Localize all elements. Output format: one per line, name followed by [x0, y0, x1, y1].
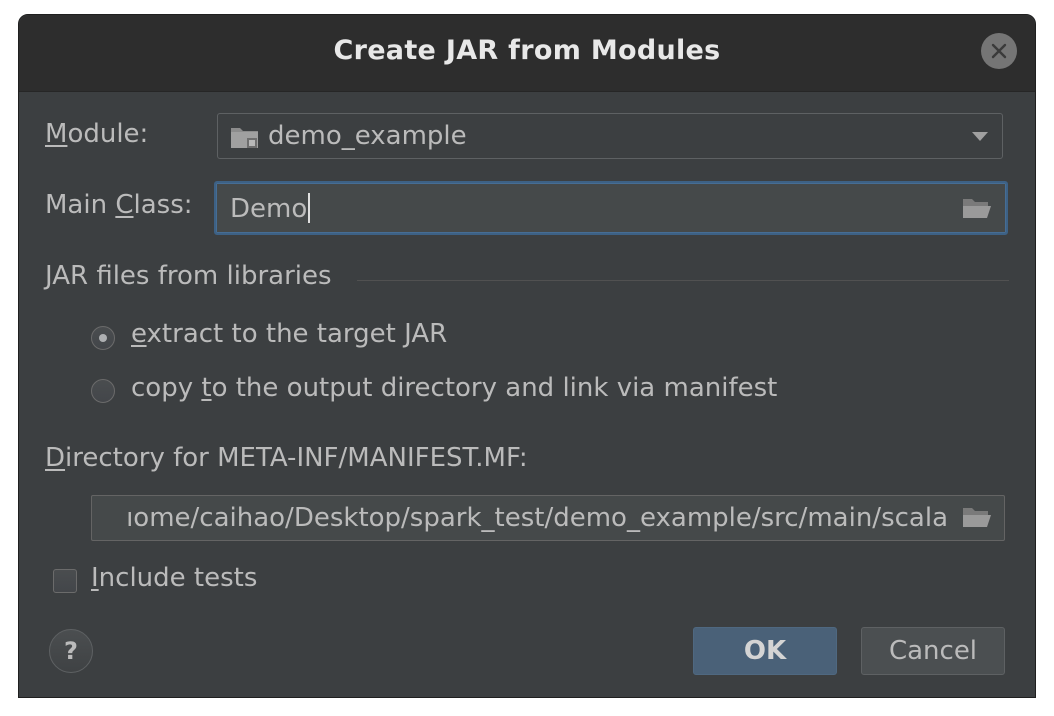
ok-button[interactable]: OK [693, 627, 837, 675]
dialog-title: Create JAR from Modules [333, 35, 721, 66]
radio-selected-dot [99, 334, 107, 342]
cancel-button[interactable]: Cancel [861, 627, 1005, 675]
create-jar-dialog: Create JAR from Modules Module: demo_exa… [18, 14, 1036, 698]
manifest-directory-value: ıome/caihao/Desktop/spark_test/demo_exam… [126, 503, 948, 533]
libraries-section-label: JAR files from libraries [45, 261, 332, 291]
folder-open-icon[interactable] [962, 197, 992, 219]
module-combobox[interactable]: demo_example [217, 113, 1003, 159]
main-class-label: Main Class: [45, 190, 193, 220]
help-button[interactable]: ? [49, 629, 93, 673]
module-value: demo_example [268, 121, 467, 151]
close-icon [991, 43, 1007, 59]
copy-option-label[interactable]: copy to the output directory and link vi… [131, 373, 777, 403]
folder-open-icon[interactable] [962, 506, 992, 528]
extract-option-label[interactable]: extract to the target JAR [131, 319, 447, 349]
dialog-titlebar[interactable]: Create JAR from Modules [19, 15, 1035, 92]
include-tests-label[interactable]: Include tests [91, 563, 257, 593]
include-tests-checkbox[interactable] [53, 569, 77, 593]
module-label: Module: [45, 119, 149, 149]
copy-radio[interactable] [91, 379, 115, 403]
main-class-value: Demo [230, 193, 311, 224]
section-divider [357, 280, 1009, 281]
chevron-down-icon [972, 132, 988, 141]
folder-module-icon [231, 128, 258, 148]
close-button[interactable] [981, 33, 1017, 69]
text-caret [308, 193, 311, 223]
manifest-directory-label: Directory for META-INF/MANIFEST.MF: [45, 443, 528, 473]
main-class-input[interactable]: Demo [214, 181, 1008, 235]
extract-radio[interactable] [91, 326, 115, 350]
manifest-directory-input[interactable]: ıome/caihao/Desktop/spark_test/demo_exam… [91, 495, 1005, 541]
